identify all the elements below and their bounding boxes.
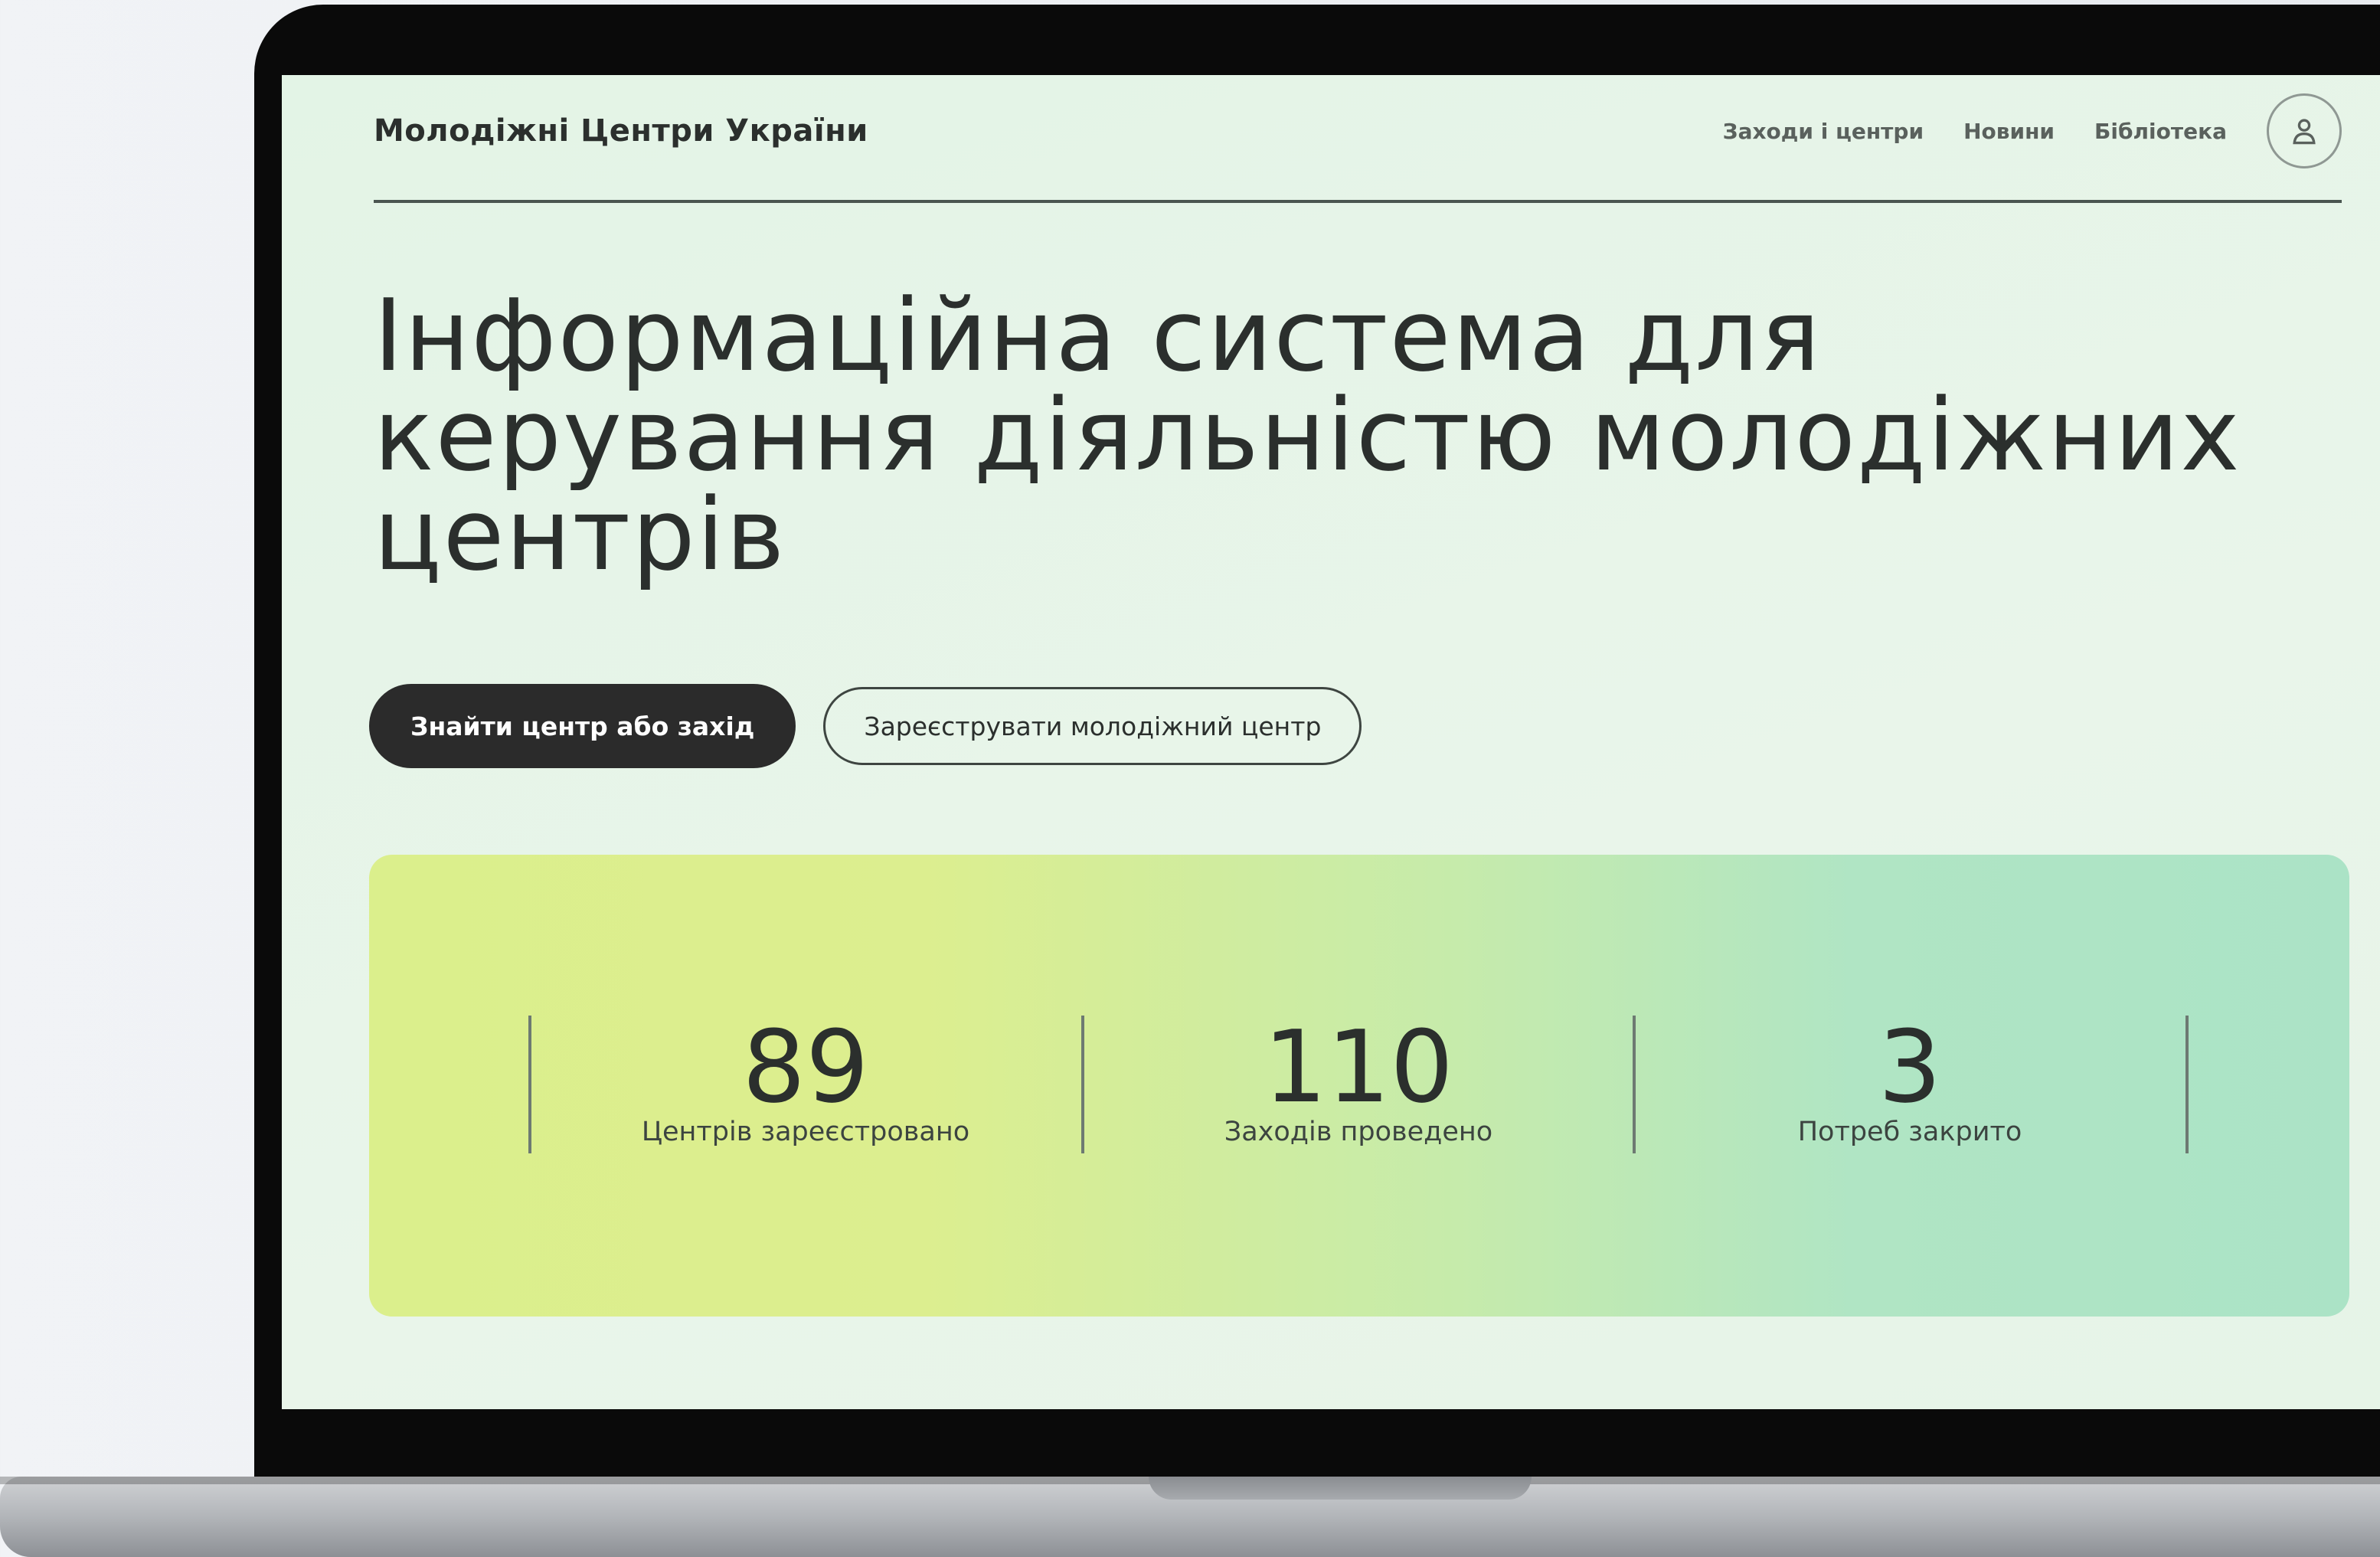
hero-title: Інформаційна система для керування діяль… xyxy=(374,277,2241,593)
stat-label: Потреб закрито xyxy=(1797,1117,2022,1147)
stat-centers-registered: 89 Центрів зареєстровано xyxy=(530,1016,1081,1153)
site-header: Молодіжні Центри України Заходи і центри… xyxy=(374,75,2342,203)
find-center-or-event-button[interactable]: Знайти центр або захід xyxy=(369,684,796,768)
stats-panel: 89 Центрів зареєстровано 110 Заходів про… xyxy=(369,855,2349,1317)
profile-button[interactable] xyxy=(2267,93,2342,168)
laptop-notch xyxy=(1149,1477,1532,1500)
register-youth-center-button[interactable]: Зареєструвати молодіжний центр xyxy=(823,687,1362,765)
stat-value: 3 xyxy=(1878,1009,1942,1125)
stat-events-held: 110 Заходів проведено xyxy=(1083,1016,1634,1153)
stat-label: Центрів зареєстровано xyxy=(641,1117,970,1147)
stat-needs-closed: 3 Потреб закрито xyxy=(1634,1016,2185,1153)
hero-actions: Знайти центр або захід Зареєструвати мол… xyxy=(369,684,1362,768)
laptop-base xyxy=(0,1477,2380,1557)
stat-divider xyxy=(2185,1016,2189,1153)
nav-item-news[interactable]: Новини xyxy=(1963,119,2055,144)
stat-value: 89 xyxy=(742,1009,869,1125)
laptop-screen: Молодіжні Центри України Заходи і центри… xyxy=(282,75,2380,1409)
stat-label: Заходів проведено xyxy=(1224,1117,1493,1147)
stat-value: 110 xyxy=(1263,1009,1454,1125)
nav-item-events-and-centers[interactable]: Заходи і центри xyxy=(1723,119,1924,144)
main-nav: Заходи і центри Новини Бібліотека xyxy=(1723,93,2342,168)
nav-item-library[interactable]: Бібліотека xyxy=(2094,119,2227,144)
site-brand[interactable]: Молодіжні Центри України xyxy=(374,113,868,149)
user-icon xyxy=(2293,119,2316,145)
